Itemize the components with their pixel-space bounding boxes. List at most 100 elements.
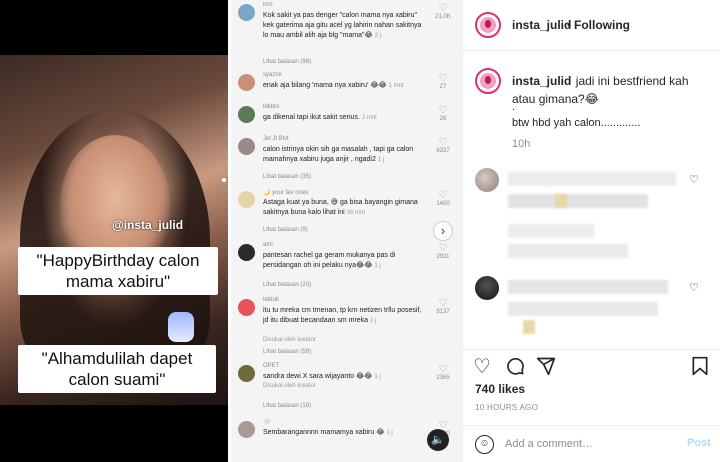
heart-icon: ♡ — [438, 3, 448, 14]
blurred-text — [508, 302, 658, 316]
post-media[interactable]: @insta_julid "HappyBirthday calon mama x… — [0, 0, 462, 462]
blurred-comment: ♡ — [463, 168, 720, 268]
comment-username: OPET — [263, 363, 280, 369]
view-replies-link: Lihat balasan (20) — [263, 282, 312, 288]
like-count[interactable]: 740 likes — [475, 382, 525, 396]
comments-block-bottom: 🌙 your fav ones Astaga kuat ya buna, 😅 g… — [231, 187, 462, 462]
emoji-icon[interactable]: ☺ — [475, 435, 494, 454]
comment-text: calon istrinya okin sih ga masalah , tap… — [263, 146, 414, 163]
comment-like: ♡ 26 — [433, 106, 453, 123]
heart-icon[interactable]: ♡ — [689, 173, 699, 186]
comment-text: Astaga kuat ya buna, 😅 ga bisa bayangin … — [263, 199, 418, 216]
like-count: 5137 — [436, 309, 450, 315]
heart-icon: ♡ — [438, 73, 448, 84]
comment-icon[interactable] — [505, 356, 525, 381]
action-bar: ♡ 740 likes 10 HOURS AGO ☺ Post — [463, 349, 720, 462]
post-timestamp[interactable]: 10 HOURS AGO — [475, 403, 538, 412]
comment-input[interactable] — [505, 436, 675, 452]
comment-item: 🌙 your fav ones Astaga kuat ya buna, 😅 g… — [235, 189, 457, 235]
caption-text: insta_julid jadi ini bestfriend kah atau… — [512, 72, 712, 108]
heart-icon[interactable]: ♡ — [473, 356, 491, 378]
comment-username: ami — [263, 242, 273, 248]
comment-text: enak aja bilang 'mama nya xabiru' 😂😂 1 m… — [263, 82, 404, 89]
comment-text: Kok sakit ya pas denger "calon mama nya … — [263, 12, 422, 39]
following-button[interactable]: Following — [574, 18, 630, 32]
comment-text: pantesan rachel ga geram mukanya pas di … — [263, 252, 396, 269]
caption-timestamp: 10h — [512, 138, 531, 150]
blurred-emoji — [523, 320, 535, 334]
comment-username: 🌙 your fav ones — [263, 190, 309, 196]
caption-line-3: btw hbd yah calon............. — [512, 117, 641, 129]
liked-by-creator-label: Disukai oleh kreator — [263, 337, 317, 343]
like-count: 21,0K — [435, 14, 451, 20]
comments-block-top: inrs Kok sakit ya pas denger "calon mama… — [231, 0, 462, 180]
view-replies-link: Lihat balasan (18) — [263, 403, 312, 409]
caption-avatar[interactable] — [475, 68, 501, 94]
like-count: 2911 — [436, 254, 450, 260]
avatar[interactable] — [475, 12, 501, 38]
avatar[interactable] — [475, 168, 499, 192]
blurred-text — [508, 280, 668, 294]
comment-username: syaznx — [263, 72, 282, 78]
blurred-text — [508, 172, 676, 186]
like-count: 26 — [439, 116, 447, 122]
comment-item: syaznx enak aja bilang 'mama nya xabiru'… — [235, 72, 457, 98]
blurred-emoji — [555, 194, 567, 208]
comment-item: tektok itu tu mreka cm tmenan, tp krn ne… — [235, 297, 457, 359]
bottle-shape — [168, 312, 194, 342]
comment-item: inrs Kok sakit ya pas denger "calon mama… — [235, 2, 457, 68]
comment-text: ga dikenal tapi ikut sakit serius. 2 mnt — [263, 114, 377, 121]
comment-username: 🤍 — [263, 420, 271, 426]
comment-like: ♡ 1400 — [433, 190, 453, 208]
comment-username: inrs — [263, 2, 273, 8]
like-count: 1400 — [436, 201, 450, 207]
comment-text: sandra dewi X sara wijayanto 😂😂 1 j — [263, 373, 381, 380]
comment-like: ♡ 2365 — [433, 365, 453, 382]
share-icon[interactable] — [536, 356, 556, 381]
comment-like: ♡ 2911 — [433, 243, 453, 261]
header-username[interactable]: insta_julid — [512, 18, 571, 32]
blurred-text — [508, 194, 648, 208]
comment-item: ldkbro ga dikenal tapi ikut sakit serius… — [235, 104, 457, 130]
comment-username: tektok — [263, 297, 280, 303]
video-caption-1: "HappyBirthday calon mama xabiru" — [18, 247, 218, 295]
avatar — [238, 138, 255, 155]
avatar — [238, 365, 255, 382]
avatar — [238, 191, 255, 208]
caption-line-2: . — [512, 101, 516, 113]
blurred-text — [508, 244, 628, 258]
avatar — [238, 244, 255, 261]
comment-username: ldkbro — [263, 104, 280, 110]
comment-like: ♡ 6337 — [433, 138, 453, 155]
heart-icon: ♡ — [438, 243, 448, 254]
heart-icon: ♡ — [438, 298, 448, 309]
comment-like: ♡ 5137 — [433, 298, 453, 316]
blurred-comment: ♡ — [463, 276, 720, 336]
post-button[interactable]: Post — [687, 437, 711, 449]
speaker-icon[interactable]: 🔈 — [427, 429, 449, 451]
avatar[interactable] — [475, 276, 499, 300]
heart-icon[interactable]: ♡ — [689, 281, 699, 294]
comment-item: ami pantesan rachel ga geram mukanya pas… — [235, 242, 457, 294]
heart-icon: ♡ — [438, 190, 448, 201]
avatar — [238, 74, 255, 91]
like-count: 2365 — [436, 375, 450, 381]
caption-username[interactable]: insta_julid — [512, 74, 571, 88]
comment-username: Jel Jt Blvt — [263, 136, 289, 142]
avatar — [238, 421, 255, 438]
avatar-image — [480, 17, 496, 33]
post-sidebar: insta_julid • Following insta_julid jadi… — [462, 0, 720, 462]
comment-item: OPET sandra dewi X sara wijayanto 😂😂 1 j… — [235, 363, 457, 415]
avatar — [238, 299, 255, 316]
avatar — [238, 4, 255, 21]
video-dot — [222, 178, 226, 182]
blurred-text — [508, 224, 594, 238]
post-header: insta_julid • Following — [463, 0, 720, 51]
comment-item: 🤍 Sembarangannnn mamamya xabiru 😂 1 j ♡1… — [235, 419, 457, 449]
avatar-image — [480, 73, 496, 89]
avatar — [238, 106, 255, 123]
view-replies-link: Lihat balasan (59) — [263, 349, 312, 355]
chevron-right-icon[interactable]: › — [433, 221, 453, 241]
bookmark-icon[interactable] — [691, 356, 709, 381]
header-separator: • — [567, 18, 572, 32]
